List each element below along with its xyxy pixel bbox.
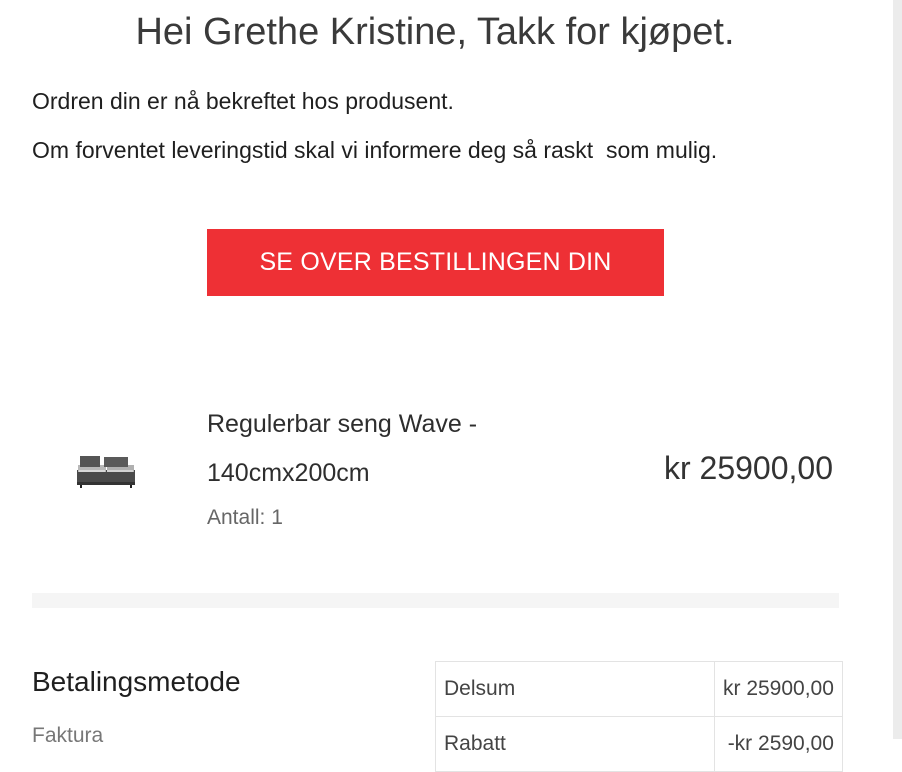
product-price: kr 25900,00 [663, 450, 833, 486]
page-title: Hei Grethe Kristine, Takk for kjøpet. [135, 11, 735, 53]
product-quantity: Antall: 1 [207, 506, 283, 529]
section-divider [32, 593, 839, 608]
totals-label: Rabatt [435, 716, 715, 772]
delivery-info-text: Om forventet leveringstid skal vi inform… [32, 137, 718, 163]
totals-value: kr 25900,00 [714, 661, 843, 717]
product-name: Regulerbar seng Wave - 140cmx200cm [207, 410, 478, 487]
payment-method-value: Faktura [32, 724, 104, 747]
payment-method-heading: Betalingsmetode [32, 666, 241, 697]
table-row: Delsum kr 25900,00 [435, 661, 843, 717]
order-totals-table: Delsum kr 25900,00 Rabatt -kr 2590,00 [435, 661, 843, 772]
totals-value: -kr 2590,00 [714, 716, 843, 772]
totals-label: Delsum [435, 661, 715, 717]
confirmation-text: Ordren din er nå bekreftet hos produsent… [32, 88, 454, 114]
adjustable-bed-image [77, 456, 135, 488]
scrollbar[interactable] [893, 0, 902, 739]
view-order-button[interactable]: SE OVER BESTILLINGEN DIN [207, 229, 664, 296]
table-row: Rabatt -kr 2590,00 [435, 716, 843, 772]
